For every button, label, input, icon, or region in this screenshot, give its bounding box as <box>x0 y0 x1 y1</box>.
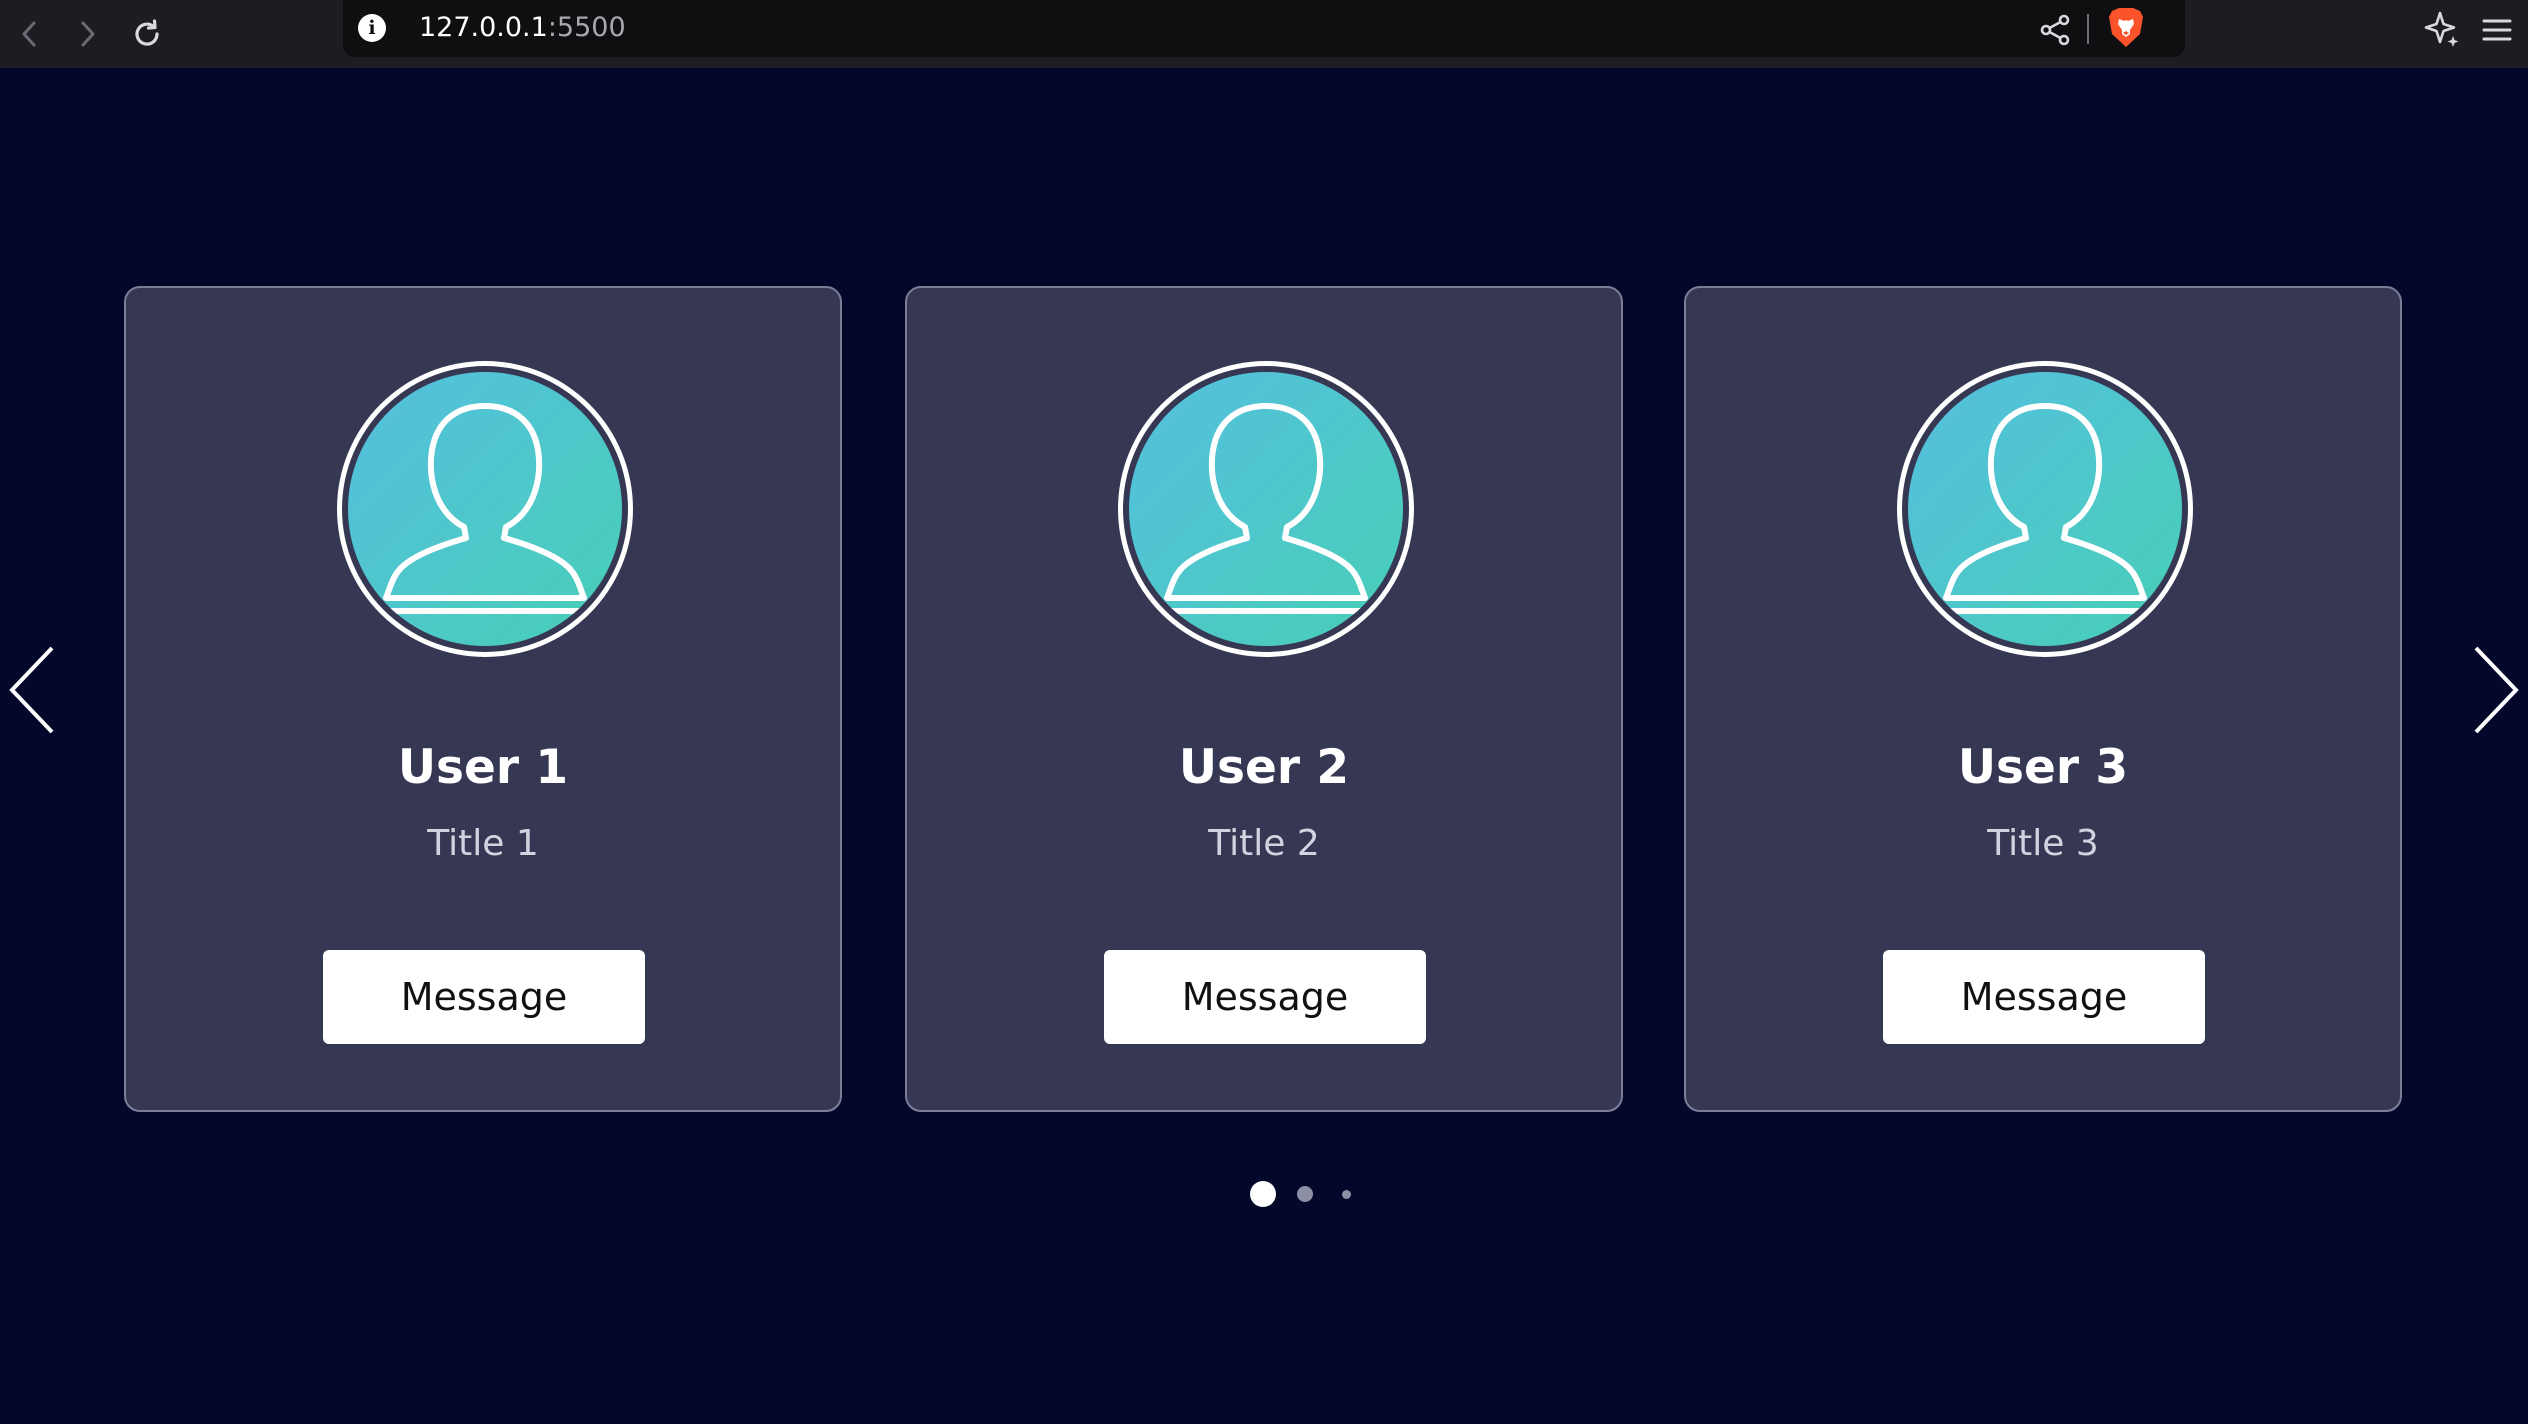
next-arrow-icon[interactable] <box>2466 640 2526 740</box>
user-title: Title 3 <box>1987 823 2099 864</box>
brave-lion-icon[interactable] <box>2106 6 2146 50</box>
prev-arrow-icon[interactable] <box>2 640 62 740</box>
forward-button[interactable] <box>59 6 115 62</box>
user-avatar-icon <box>337 361 633 657</box>
user-name: User 2 <box>1178 740 1350 795</box>
back-button[interactable] <box>2 6 58 62</box>
message-button[interactable]: Message <box>1883 950 2205 1044</box>
user-name: User 1 <box>397 740 569 795</box>
pagination-dot-active[interactable] <box>1250 1181 1276 1207</box>
user-title: Title 1 <box>427 823 539 864</box>
user-name: User 3 <box>1957 740 2129 795</box>
message-button[interactable]: Message <box>323 950 645 1044</box>
user-card: User 1 Title 1 Message <box>124 286 842 1112</box>
address-bar[interactable]: i 127.0.0.1:5500 <box>343 0 2185 57</box>
pagination-dot[interactable] <box>1297 1186 1313 1202</box>
forward-icon <box>81 21 95 47</box>
message-button[interactable]: Message <box>1104 950 1426 1044</box>
user-title: Title 2 <box>1208 823 1320 864</box>
info-icon[interactable]: i <box>358 14 386 42</box>
user-avatar-icon <box>1118 361 1414 657</box>
url-text: 127.0.0.1:5500 <box>419 10 626 46</box>
user-card: User 2 Title 2 Message <box>905 286 1623 1112</box>
url-host: 127.0.0.1 <box>419 12 548 43</box>
reload-icon <box>135 19 159 46</box>
pagination-dot[interactable] <box>1342 1190 1351 1199</box>
url-port: :5500 <box>547 12 626 43</box>
share-icon[interactable] <box>2035 10 2075 50</box>
back-icon <box>22 21 36 47</box>
hamburger-menu-icon[interactable] <box>2472 6 2522 54</box>
leo-ai-icon[interactable] <box>2418 6 2466 54</box>
user-card: User 3 Title 3 Message <box>1684 286 2402 1112</box>
reload-button[interactable] <box>119 6 175 62</box>
user-avatar-icon <box>1897 361 2193 657</box>
browser-toolbar: i 127.0.0.1:5500 <box>0 0 2528 68</box>
toolbar-divider <box>2087 14 2089 44</box>
